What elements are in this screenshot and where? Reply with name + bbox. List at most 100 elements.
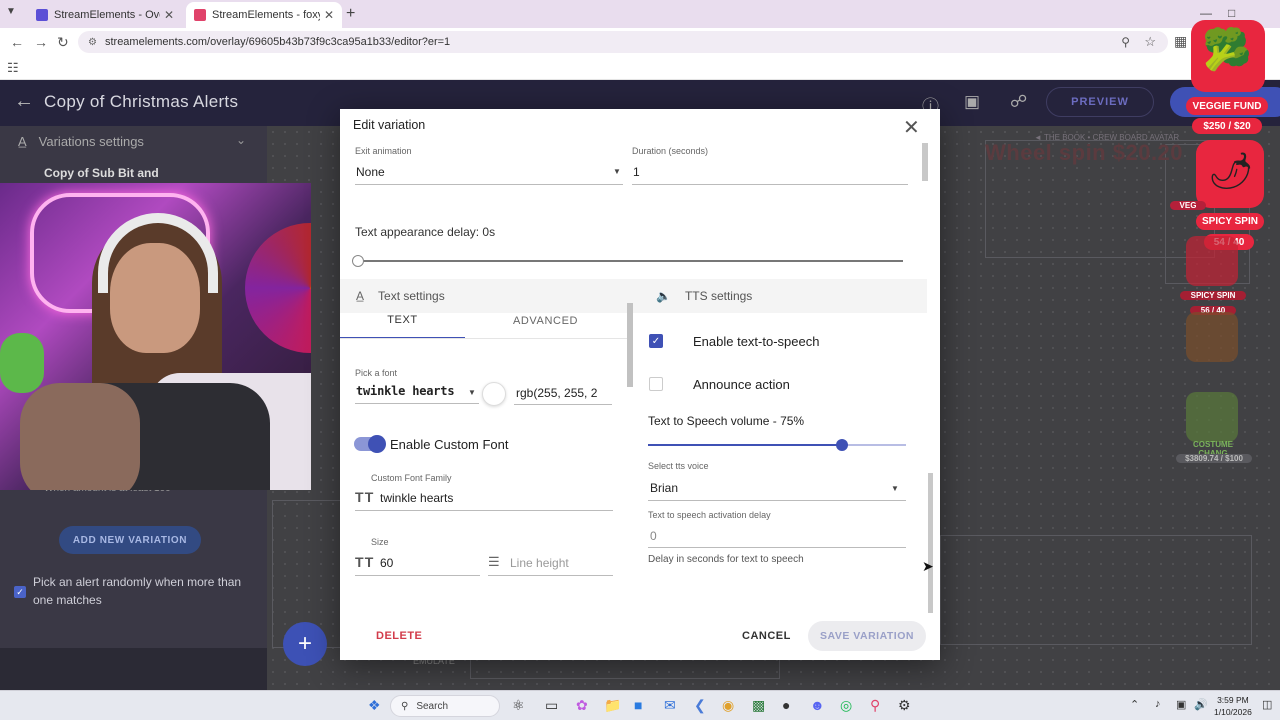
spicy-spin-label: SPICY SPIN <box>1196 213 1264 230</box>
tts-delay-help: Delay in seconds for text to speech <box>648 554 804 565</box>
chrome-icon[interactable]: ◉ <box>722 697 734 714</box>
cancel-button[interactable]: CANCEL <box>742 630 791 642</box>
edit-variation-dialog: Edit variation ✕ Exit animation None ▼ D… <box>340 109 940 660</box>
zoom-icon[interactable]: ⚲ <box>1121 35 1130 49</box>
maps-pin-icon[interactable]: ⚲ <box>870 697 880 714</box>
line-height-input[interactable]: Line height <box>510 556 569 570</box>
line-height-underline <box>488 575 613 576</box>
exit-animation-select[interactable]: None <box>356 165 385 179</box>
minimize-icon[interactable]: — <box>1200 6 1212 20</box>
custom-font-toggle[interactable] <box>354 435 386 453</box>
veggie-fund-amount: $250 / $20 <box>1192 118 1262 134</box>
link-icon[interactable]: ☍ <box>1010 92 1027 112</box>
tts-volume-thumb[interactable] <box>836 439 848 451</box>
color-input[interactable]: rgb(255, 255, 2 <box>516 386 597 400</box>
tab-overlays[interactable]: StreamElements - Overlays ✕ <box>28 2 182 28</box>
tts-voice-label: Select tts voice <box>648 461 709 471</box>
veggie-partial-label: VEG <box>1170 201 1206 210</box>
custom-font-family-label: Custom Font Family <box>371 473 452 483</box>
reload-icon[interactable]: ↻ <box>57 34 69 51</box>
wheel-spin-text: Wheel spin $20.20 <box>985 140 1184 165</box>
outlook-icon[interactable]: ✉ <box>664 697 676 714</box>
store-icon[interactable]: ■ <box>634 697 642 713</box>
spotify-icon[interactable]: ◎ <box>840 697 852 714</box>
pumpkin-goal-small <box>1186 312 1238 362</box>
custom-font-underline <box>355 510 613 511</box>
speaker-icon: 🔈 <box>656 289 671 303</box>
variations-settings-header[interactable]: A̲ Variations settings <box>18 134 144 149</box>
tts-settings-header: 🔈 TTS settings <box>640 279 927 313</box>
volume-icon[interactable]: 🔊 <box>1194 698 1208 711</box>
close-icon[interactable]: ✕ <box>903 115 920 140</box>
tts-voice-select[interactable]: Brian <box>650 481 678 495</box>
text-panel-scrollbar-thumb[interactable] <box>627 303 633 387</box>
tab-search-icon[interactable]: ▼ <box>6 6 16 17</box>
monitor-icon[interactable]: ▣ <box>964 92 980 112</box>
save-variation-button[interactable]: SAVE VARIATION <box>808 621 926 651</box>
delete-button[interactable]: DELETE <box>376 630 422 642</box>
extensions-icon[interactable]: ▦ <box>1174 33 1187 50</box>
copilot-icon[interactable]: ✿ <box>576 697 588 714</box>
tab-foxyzilla[interactable]: StreamElements - foxyzilla ✕ <box>186 2 342 28</box>
clock-date: 1/10/2026 <box>1214 707 1252 717</box>
back-icon[interactable]: ← <box>10 34 24 50</box>
windows-start-icon[interactable]: ❖ <box>368 697 381 714</box>
pick-random-checkbox[interactable]: ✓ <box>14 586 26 598</box>
webcam-feed <box>0 183 311 490</box>
bookmarks-bar: ☷ <box>0 56 1280 80</box>
size-input[interactable]: 60 <box>380 556 393 570</box>
preview-button[interactable]: PREVIEW <box>1046 87 1154 117</box>
widget-frame[interactable] <box>940 535 1252 645</box>
tts-panel-scrollbar-thumb[interactable] <box>928 473 933 613</box>
close-tab-icon[interactable]: ✕ <box>324 8 334 22</box>
custom-font-family-input[interactable]: twinkle hearts <box>380 491 453 505</box>
text-delay-slider[interactable] <box>358 260 903 262</box>
system-clock[interactable]: 3:59 PM 1/10/2026 <box>1214 694 1252 718</box>
text-tabs: TEXT ADVANCED <box>340 303 627 339</box>
text-delay-slider-thumb[interactable] <box>352 255 364 267</box>
font-select[interactable]: twinkle hearts <box>356 384 455 398</box>
taskbar-search[interactable]: ⚲ Search <box>390 695 500 717</box>
file-explorer-icon[interactable]: 📁 <box>604 697 621 714</box>
tray-chevron-icon[interactable]: ⌃ <box>1130 698 1139 711</box>
add-new-variation-button[interactable]: ADD NEW VARIATION <box>59 526 201 554</box>
microphone-icon[interactable]: ♪ <box>1155 698 1161 710</box>
close-tab-icon[interactable]: ✕ <box>164 8 174 22</box>
new-tab-button[interactable]: + <box>346 5 355 23</box>
line-height-icon: ☰ <box>488 554 500 569</box>
discord-icon[interactable]: ☻ <box>810 697 825 713</box>
dropdown-arrow-icon[interactable]: ▼ <box>891 484 899 493</box>
task-view-icon[interactable]: ▭ <box>545 697 558 714</box>
tab-text[interactable]: TEXT <box>340 303 465 339</box>
vscode-icon[interactable]: ❮ <box>694 697 706 714</box>
notifications-icon[interactable]: ◫ <box>1262 698 1272 711</box>
announce-action-checkbox[interactable] <box>649 377 663 391</box>
size-label: Size <box>371 537 389 547</box>
enable-tts-checkbox[interactable]: ✓ <box>649 334 663 348</box>
network-icon[interactable]: ▣ <box>1176 698 1186 711</box>
dropdown-arrow-icon[interactable]: ▼ <box>468 388 476 397</box>
url-field[interactable]: ⚙ streamelements.com/overlay/69605b43b73… <box>78 31 1168 53</box>
announce-action-label: Announce action <box>693 377 790 392</box>
apps-grid-icon[interactable]: ☷ <box>7 60 19 76</box>
back-arrow-icon[interactable]: ← <box>14 90 34 113</box>
tab-advanced[interactable]: ADVANCED <box>483 303 608 339</box>
chevron-down-icon[interactable]: ⌄ <box>236 133 246 147</box>
tts-delay-input[interactable]: 0 <box>650 529 657 543</box>
terminal-icon[interactable]: ▩ <box>752 697 765 714</box>
dialog-body: Exit animation None ▼ Duration (seconds)… <box>340 143 940 613</box>
streamelements-favicon-icon <box>36 9 48 21</box>
dropdown-arrow-icon[interactable]: ▼ <box>613 167 621 176</box>
maximize-icon[interactable]: □ <box>1228 6 1235 20</box>
dialog-title: Edit variation <box>353 118 426 132</box>
color-swatch[interactable] <box>482 382 506 406</box>
site-info-icon[interactable]: ⚙ <box>88 37 97 48</box>
widgets-icon[interactable]: ⚛ <box>512 697 525 714</box>
add-layer-button[interactable]: + <box>283 622 327 666</box>
forward-icon[interactable]: → <box>34 34 48 50</box>
duration-input[interactable]: 1 <box>633 165 640 179</box>
bookmark-star-icon[interactable]: ☆ <box>1144 34 1156 50</box>
obs-icon[interactable]: ● <box>782 697 790 713</box>
dialog-scrollbar-thumb[interactable] <box>922 143 928 181</box>
settings-gear-icon[interactable]: ⚙ <box>898 697 911 714</box>
